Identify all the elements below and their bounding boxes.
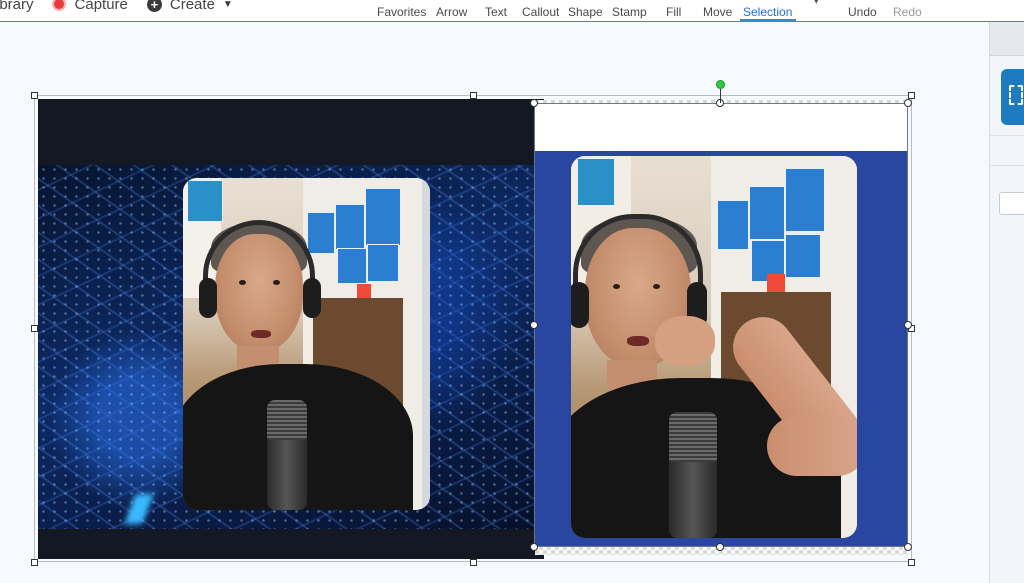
tool-move[interactable]: Move (703, 5, 732, 19)
property-input[interactable] (999, 192, 1024, 215)
panel-divider (990, 135, 1024, 136)
resize-handle[interactable] (530, 99, 538, 107)
toolbar: ibrary Capture + Create ▼ Favorites Arro… (0, 0, 1024, 22)
left-webcam-photo (183, 178, 430, 510)
capture-button[interactable]: Capture (75, 0, 128, 13)
headphone-cup (199, 278, 217, 318)
capture-record-icon[interactable] (51, 0, 66, 11)
undo-button[interactable]: Undo (848, 5, 877, 19)
selection-marquee-icon (1009, 85, 1023, 105)
resize-handle[interactable] (470, 92, 477, 99)
properties-panel-header (990, 22, 1024, 56)
poster (337, 248, 367, 284)
resize-handle[interactable] (904, 99, 912, 107)
eye (273, 280, 280, 285)
active-selection-outline (534, 103, 908, 547)
toolbar-left-group: ibrary Capture + Create ▼ (0, 0, 233, 14)
resize-handle[interactable] (908, 92, 915, 99)
left-image-object[interactable] (38, 99, 544, 559)
headphone-cup (303, 278, 321, 318)
resize-handle[interactable] (716, 543, 724, 551)
tool-text[interactable]: Text (485, 5, 507, 19)
resize-handle[interactable] (31, 559, 38, 566)
poster (307, 212, 335, 254)
tool-callout[interactable]: Callout (522, 5, 559, 19)
poster (365, 188, 401, 246)
microphone-grill (267, 400, 307, 440)
redo-button[interactable]: Redo (893, 5, 922, 19)
resize-handle[interactable] (904, 321, 912, 329)
frame-edge (422, 178, 430, 510)
create-plus-icon[interactable]: + (146, 0, 162, 12)
resize-handle[interactable] (470, 559, 477, 566)
active-tool-indicator (740, 19, 796, 21)
tool-arrow[interactable]: Arrow (436, 5, 467, 19)
panel-divider (990, 165, 1024, 166)
tool-stamp[interactable]: Stamp (612, 5, 647, 19)
resize-handle[interactable] (530, 543, 538, 551)
resize-handle[interactable] (530, 321, 538, 329)
poster-small (187, 180, 223, 222)
poster (335, 204, 365, 250)
resize-handle[interactable] (31, 92, 38, 99)
rotate-handle[interactable] (716, 80, 725, 89)
create-button[interactable]: Create (170, 0, 215, 13)
tool-fill[interactable]: Fill (666, 5, 681, 19)
properties-panel (989, 22, 1024, 583)
more-tools-caret-icon[interactable]: ▾ (814, 0, 819, 7)
selection-tool-tile[interactable] (1001, 69, 1024, 125)
library-button[interactable]: ibrary (0, 0, 34, 13)
poster (367, 244, 399, 282)
rotate-handle-stem (720, 89, 721, 103)
resize-handle[interactable] (31, 325, 38, 332)
tool-favorites[interactable]: Favorites (377, 5, 426, 19)
resize-handle[interactable] (904, 543, 912, 551)
create-dropdown-caret-icon[interactable]: ▼ (223, 0, 233, 10)
resize-handle[interactable] (908, 559, 915, 566)
tool-shape[interactable]: Shape (568, 5, 603, 19)
mouth (251, 330, 271, 338)
eye (239, 280, 246, 285)
tool-selection[interactable]: Selection (743, 5, 792, 19)
